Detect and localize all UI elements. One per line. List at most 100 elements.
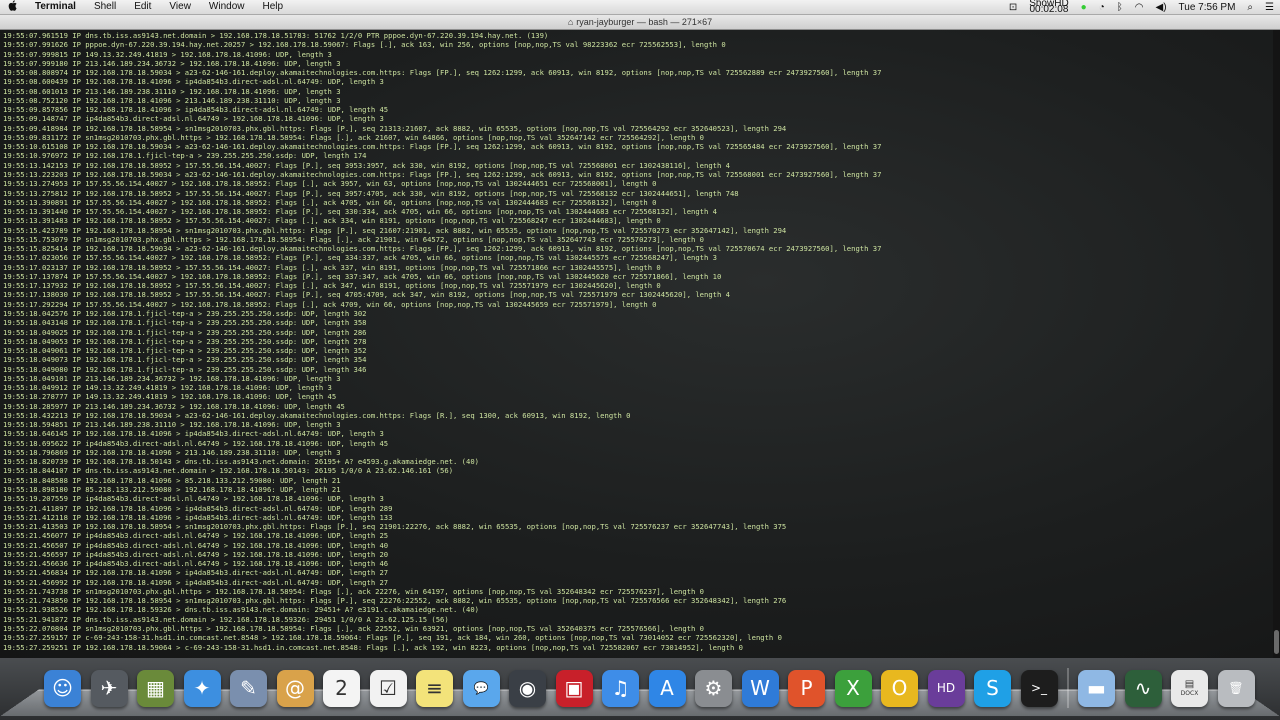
menu-window[interactable]: Window xyxy=(200,0,254,14)
terminal-line: 19:55:17.137932 IP 192.168.178.18.58952 … xyxy=(3,281,661,291)
terminal-line: 19:55:21.456077 IP ip4da854b3.direct-ads… xyxy=(3,531,389,541)
launchpad-icon[interactable]: ✈ xyxy=(90,669,128,707)
terminal-line: 19:55:18.049912 IP 149.13.32.249.41819 >… xyxy=(3,383,332,393)
window-title: ryan-jayburger — bash — 271×67 xyxy=(576,17,713,27)
skype-icon[interactable]: S xyxy=(974,669,1011,707)
terminal-scrollbar[interactable] xyxy=(1273,30,1280,658)
system-preferences-icon[interactable]: ⚙ xyxy=(695,669,732,707)
terminal-line: 19:55:18.695622 IP ip4da854b3.direct-ads… xyxy=(3,438,389,448)
notes-icon[interactable]: ≡ xyxy=(416,669,453,707)
terminal-line: 19:55:09.148747 IP ip4da854b3.direct-ads… xyxy=(3,114,384,124)
terminal-line: 19:55:21.413503 IP 192.168.178.18.58954 … xyxy=(3,522,787,532)
terminal-line: 19:55:18.049061 IP 192.168.178.1.fjicl-t… xyxy=(3,346,367,356)
terminal-line: 19:55:07.991626 IP pppoe.dyn-67.220.39.1… xyxy=(3,40,726,50)
menu-help[interactable]: Help xyxy=(254,0,293,14)
apple-menu-icon[interactable] xyxy=(0,0,26,14)
terminal-line: 19:55:18.432213 IP 192.168.178.18.59034 … xyxy=(3,410,631,420)
outlook-icon[interactable]: O xyxy=(881,669,918,707)
terminal-line: 19:55:18.594851 IP 213.146.189.238.31110… xyxy=(3,420,341,430)
menu-view[interactable]: View xyxy=(160,0,200,14)
dock-separator xyxy=(1067,668,1069,708)
menu-bar: Terminal Shell Edit View Window Help ⊡ S… xyxy=(0,0,1280,15)
terminal-line: 19:55:15.423789 IP 192.168.178.18.58954 … xyxy=(3,225,787,235)
terminal-line: 19:55:17.138030 IP 192.168.178.18.58952 … xyxy=(3,290,730,300)
record-status-icon[interactable]: ● xyxy=(1075,2,1093,13)
terminal-line: 19:55:19.207559 IP ip4da854b3.direct-ads… xyxy=(3,494,384,504)
trash-icon[interactable]: 🗑 xyxy=(1217,669,1255,707)
terminal-line: 19:55:13.223203 IP 192.168.178.18.59034 … xyxy=(3,169,882,179)
excel-icon[interactable]: X xyxy=(834,669,872,707)
facetime-icon[interactable]: ◉ xyxy=(509,669,546,707)
terminal-line: 19:55:18.049080 IP 192.168.178.1.fjicl-t… xyxy=(3,364,367,374)
terminal-line: 19:55:07.999815 IP 149.13.32.249.41819 >… xyxy=(3,49,332,59)
terminal-line: 19:55:09.418984 IP 192.168.178.18.58954 … xyxy=(3,123,787,133)
scrollbar-thumb[interactable] xyxy=(1274,630,1279,654)
hd-video-icon[interactable]: HD xyxy=(927,669,965,707)
terminal-line: 19:55:18.043148 IP 192.168.178.1.fjicl-t… xyxy=(3,318,367,328)
terminal-line: 19:55:10.976972 IP 192.168.178.1.fjicl-t… xyxy=(3,151,367,161)
terminal-line: 19:55:13.142153 IP 192.168.178.18.58952 … xyxy=(3,160,730,170)
terminal-line: 19:55:21.412118 IP 192.168.178.18.41096 … xyxy=(3,512,393,522)
menu-shell[interactable]: Shell xyxy=(85,0,125,14)
terminal-line: 19:55:08.808974 IP 192.168.178.18.59034 … xyxy=(3,68,882,78)
finder-icon[interactable]: ☺ xyxy=(44,669,81,707)
terminal-line: 19:55:18.042576 IP 192.168.178.1.fjicl-t… xyxy=(3,308,367,318)
terminal-line: 19:55:17.023137 IP 192.168.178.18.58952 … xyxy=(3,262,661,272)
terminal-line: 19:55:18.049073 IP 192.168.178.1.fjicl-t… xyxy=(3,355,367,365)
app-store-icon[interactable]: A xyxy=(648,669,686,707)
terminal-line: 19:55:21.456834 IP 192.168.178.18.41096 … xyxy=(3,568,389,578)
notification-center-icon[interactable]: ☰ xyxy=(1259,2,1280,13)
terminal-line: 19:55:21.456507 IP ip4da854b3.direct-ads… xyxy=(3,540,389,550)
showhd-status[interactable]: ShowHD 00:02:08 xyxy=(1023,0,1074,15)
terminal-line: 19:55:15.825414 IP 192.168.178.18.59034 … xyxy=(3,244,882,254)
volume-icon[interactable]: ◀) xyxy=(1150,2,1173,13)
calendar-icon[interactable]: 2 xyxy=(323,669,360,707)
document-label: DOCX xyxy=(1180,690,1199,697)
photo-app-icon[interactable]: ▦ xyxy=(137,669,174,707)
terminal-line: 19:55:18.844107 IP dns.tb.iss.as9143.net… xyxy=(3,466,454,476)
powerpoint-icon[interactable]: P xyxy=(788,669,825,707)
terminal-line: 19:55:21.456992 IP 192.168.178.18.41096 … xyxy=(3,577,389,587)
clock[interactable]: Tue 7:56 PM xyxy=(1173,2,1242,13)
terminal-line: 19:55:18.285977 IP 213.146.189.234.36732… xyxy=(3,401,345,411)
terminal-line: 19:55:21.938526 IP 192.168.178.18.59326 … xyxy=(3,605,479,615)
window-title-bar[interactable]: ⌂ ryan-jayburger — bash — 271×67 xyxy=(0,15,1280,30)
terminal-line: 19:55:18.049101 IP 213.146.189.234.36732… xyxy=(3,373,341,383)
messages-icon[interactable]: 💬 xyxy=(462,669,500,707)
activity-monitor-icon[interactable]: ∿ xyxy=(1124,669,1162,707)
terminal-line: 19:55:08.600439 IP 192.168.178.18.41096 … xyxy=(3,77,384,87)
terminal-line: 19:55:08.601013 IP 213.146.189.238.31110… xyxy=(3,86,341,96)
terminal-line: 19:55:18.049053 IP 192.168.178.1.fjicl-t… xyxy=(3,336,367,346)
terminal-line: 19:55:21.456597 IP ip4da854b3.direct-ads… xyxy=(3,549,389,559)
word-icon[interactable]: W xyxy=(741,669,779,707)
contacts-icon[interactable]: @ xyxy=(276,669,314,707)
terminal-line: 19:55:18.278777 IP 149.13.32.249.41819 >… xyxy=(3,392,337,402)
menu-edit[interactable]: Edit xyxy=(125,0,160,14)
safari-icon[interactable]: ✦ xyxy=(183,669,221,707)
notification-status-icon[interactable]: ⊡ xyxy=(1003,2,1023,13)
reminders-icon[interactable]: ☑ xyxy=(369,669,407,707)
dock-icons: ☺ ✈ ▦ ✦ ✎ @2 ☑ ≡ 💬 ◉ ▣ ♫ A ⚙ W P X O HD S >_ ▬ ∿ ▤ DOCX 🗑 xyxy=(44,666,1264,710)
terminal-icon[interactable]: >_ xyxy=(1020,669,1058,707)
terminal-line: 19:55:21.456636 IP ip4da854b3.direct-ads… xyxy=(3,559,389,569)
sync-status-icon[interactable]: ◔ xyxy=(1093,2,1111,13)
menu-app-terminal[interactable]: Terminal xyxy=(26,0,85,14)
terminal-line: 19:55:13.275812 IP 192.168.178.18.58952 … xyxy=(3,188,739,198)
showhd-timer: 00:02:08 xyxy=(1029,4,1069,15)
wifi-icon[interactable]: ◠ xyxy=(1129,2,1150,13)
terminal-output[interactable]: 19:55:07.961519 IP dns.tb.iss.as9143.net… xyxy=(0,30,1273,658)
terminal-line: 19:55:13.391440 IP 157.55.56.154.40027 >… xyxy=(3,207,717,217)
terminal-line: 19:55:21.411897 IP 192.168.178.18.41096 … xyxy=(3,503,393,513)
preview-icon[interactable]: ✎ xyxy=(230,669,267,707)
folder-icon[interactable]: ▬ xyxy=(1078,669,1115,707)
terminal-line: 19:55:22.070804 IP sn1msg2010703.phx.gbl… xyxy=(3,624,705,633)
terminal-line: 19:55:21.743738 IP sn1msg2010703.phx.gbl… xyxy=(3,586,705,596)
spotlight-search-icon[interactable]: ⌕ xyxy=(1241,2,1259,13)
terminal-line: 19:55:13.274953 IP 157.55.56.154.40027 >… xyxy=(3,179,657,189)
terminal-line: 19:55:09.831172 IP sn1msg2010703.phx.gbl… xyxy=(3,132,705,142)
document-icon[interactable]: ▤ DOCX xyxy=(1171,669,1208,707)
terminal-line: 19:55:18.796869 IP 192.168.178.18.41096 … xyxy=(3,447,341,457)
bluetooth-icon[interactable]: ᛒ xyxy=(1111,2,1129,13)
photo-booth-icon[interactable]: ▣ xyxy=(555,669,593,707)
itunes-icon[interactable]: ♫ xyxy=(602,669,639,707)
